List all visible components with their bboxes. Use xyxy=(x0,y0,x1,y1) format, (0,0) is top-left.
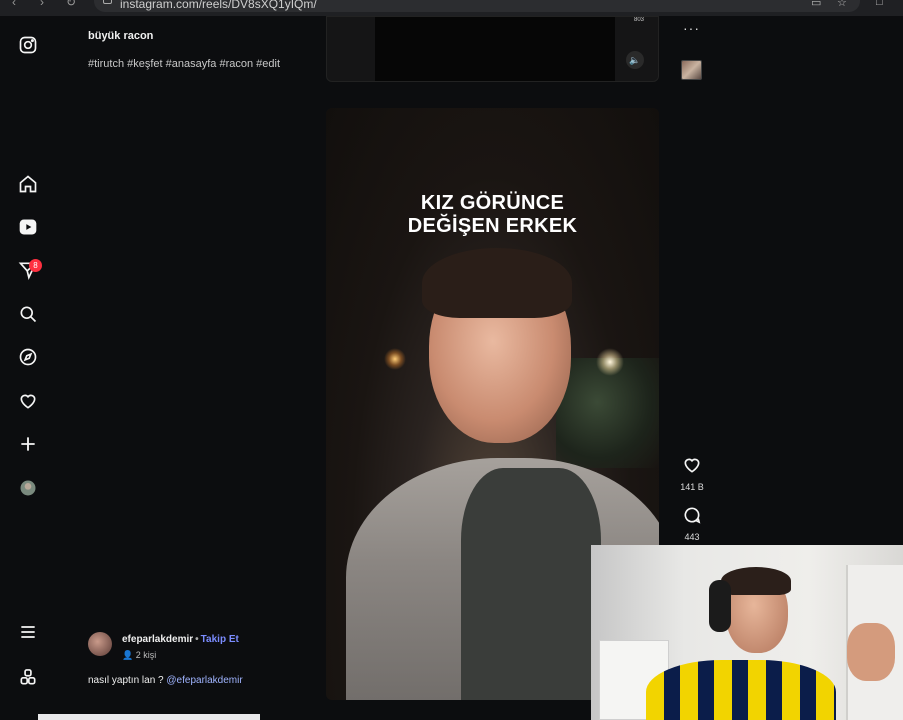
reels-icon[interactable] xyxy=(17,216,39,238)
person-shirt xyxy=(461,468,601,700)
audience-count: 2 kişi xyxy=(135,650,157,660)
caption-text: nasıl yaptın lan ? xyxy=(88,675,164,686)
create-plus-icon[interactable] xyxy=(17,433,39,455)
home-icon[interactable] xyxy=(17,173,39,195)
comment-count: 443 xyxy=(684,532,700,542)
street-light xyxy=(384,348,406,370)
sidebar-nav: 8 xyxy=(0,16,56,720)
streamer-hair xyxy=(721,567,791,595)
caption-hashtags[interactable]: #tirutch #keşfet #anasayfa #racon #edit xyxy=(88,58,280,70)
browser-toolbar: ‹ › ↻ instagram.com/reels/DV8sXQ1yIQm/ ▭… xyxy=(0,0,903,16)
author-avatar[interactable] xyxy=(88,632,112,656)
follow-button[interactable]: Takip Et xyxy=(201,634,239,645)
notification-badge: 8 xyxy=(29,259,42,272)
streamer-jersey xyxy=(646,660,836,720)
menu-hamburger-icon[interactable] xyxy=(17,621,39,643)
video-overlay-text: KIZ GÖRÜNCE DEĞİŞEN ERKEK xyxy=(326,192,659,238)
back-icon[interactable]: ‹ xyxy=(12,0,16,9)
previous-reel-video[interactable]: 803 🔈 xyxy=(326,16,659,82)
more-options-icon[interactable]: ··· xyxy=(683,20,700,36)
notifications-heart-icon[interactable] xyxy=(17,390,39,412)
bookmark-star-icon[interactable]: ☆ xyxy=(837,0,847,9)
instagram-logo-icon[interactable] xyxy=(17,34,39,56)
forward-icon[interactable]: › xyxy=(40,0,44,9)
like-heart-icon[interactable] xyxy=(682,455,702,475)
address-bar[interactable]: instagram.com/reels/DV8sXQ1yIQm/ xyxy=(94,0,860,12)
author-username[interactable]: efeparlakdemir xyxy=(122,634,193,645)
audio-thumbnail[interactable] xyxy=(681,60,702,80)
profile-avatar[interactable] xyxy=(17,477,39,499)
like-action[interactable]: 141 B xyxy=(672,455,712,492)
site-info-icon[interactable] xyxy=(103,0,112,4)
url-text: instagram.com/reels/DV8sXQ1yIQm/ xyxy=(120,0,317,11)
separator-dot: • xyxy=(195,634,199,645)
like-count: 141 B xyxy=(680,482,704,492)
extensions-icon[interactable]: □ xyxy=(876,0,883,8)
comment-action[interactable]: 443 xyxy=(672,505,712,542)
people-icon: 👤 xyxy=(122,650,134,660)
person-hair xyxy=(422,248,572,318)
comment-bubble-icon[interactable] xyxy=(682,505,702,525)
previous-reel-frame xyxy=(375,17,615,81)
author-name-row: efeparlakdemir • Takip Et xyxy=(122,634,239,645)
street-lamp xyxy=(596,348,624,376)
also-from-meta-icon[interactable] xyxy=(17,666,39,688)
overlay-line-2: DEĞİŞEN ERKEK xyxy=(407,215,578,237)
audience-info: 👤 2 kişi xyxy=(122,650,156,661)
search-icon[interactable] xyxy=(17,303,39,325)
headset-icon xyxy=(709,580,731,632)
caption-title: büyük racon xyxy=(88,30,154,42)
caption-mention[interactable]: @efeparlakdemir xyxy=(166,675,242,686)
webcam-overlay xyxy=(591,545,903,720)
reel-caption: nasıl yaptın lan ? @efeparlakdemir xyxy=(88,675,243,686)
reload-icon[interactable]: ↻ xyxy=(66,0,76,9)
previous-post-caption: büyük racon #tirutch #keşfet #anasayfa #… xyxy=(88,30,280,70)
taskbar-fragment xyxy=(38,714,260,720)
overlay-line-1: KIZ GÖRÜNCE xyxy=(420,192,565,214)
previous-reel-counter: 803 xyxy=(633,17,644,23)
streamer-hand xyxy=(847,623,895,681)
explore-compass-icon[interactable] xyxy=(17,346,39,368)
volume-icon[interactable]: 🔈 xyxy=(626,51,644,69)
cast-icon[interactable]: ▭ xyxy=(811,0,821,9)
